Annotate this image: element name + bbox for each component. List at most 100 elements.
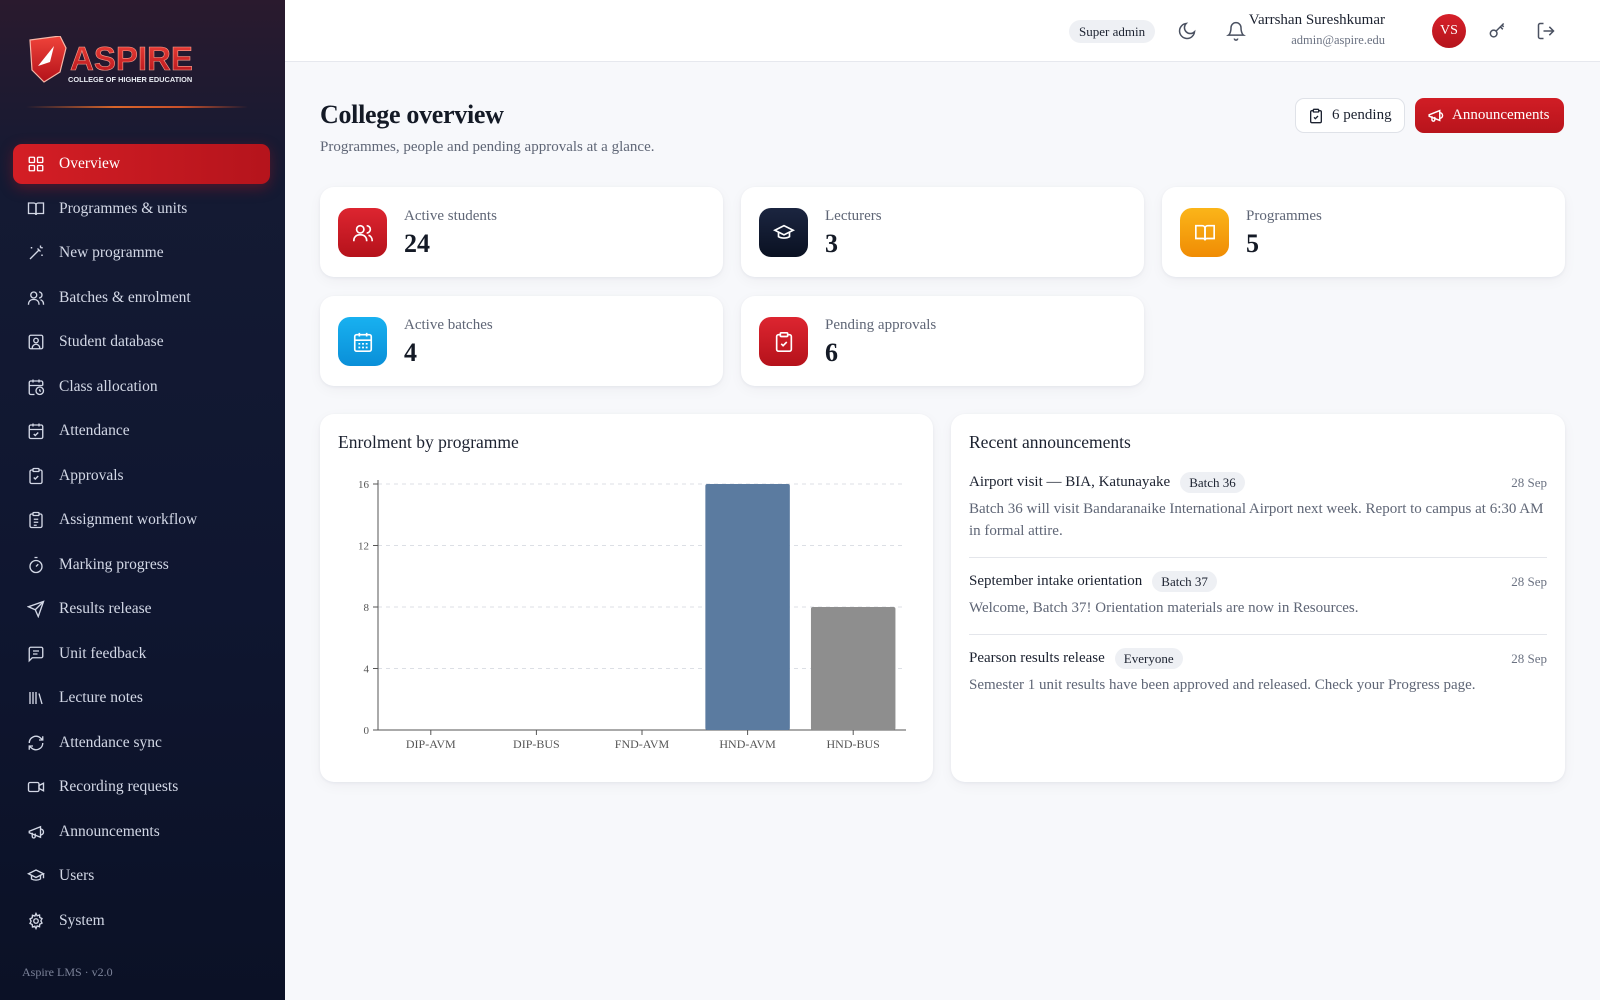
pending-approvals-button[interactable]: 6 pending <box>1295 98 1405 133</box>
announcements-list: Airport visit — BIA, Katunayake Batch 36… <box>969 472 1547 724</box>
list-item[interactable]: September intake orientation Batch 37 28… <box>969 571 1547 635</box>
x-tick-label: DIP-AVM <box>406 737 456 751</box>
sidebar-item-unit-feedback[interactable]: Unit feedback <box>13 634 270 674</box>
sidebar-item-label: Users <box>59 867 95 884</box>
megaphone-icon <box>28 825 45 839</box>
pending-label: 6 pending <box>1332 107 1392 123</box>
enrolment-chart-card: Enrolment by programme 0 4 8 12 16 DIP-AVM DIP… <box>320 414 933 782</box>
sidebar-item-label: Unit feedback <box>59 644 147 662</box>
sidebar-item-attendance[interactable]: Attendance <box>13 411 270 451</box>
y-tick-label: 4 <box>364 664 370 676</box>
sidebar-item-approvals[interactable]: Approvals <box>13 456 270 496</box>
brand-divider <box>26 106 248 108</box>
announcement-title: September intake orientation <box>969 573 1143 589</box>
sidebar-item-label: Batches & enrolment <box>59 288 191 306</box>
enrolment-bar-chart: 0 4 8 12 16 DIP-AVM DIP-BUS FND-AVM HND-AVM HND-B… <box>358 479 906 751</box>
sidebar-item-label: Marking progress <box>59 555 169 573</box>
announcement-tag: Batch 36 <box>1180 472 1245 493</box>
sidebar-item-recording-requests[interactable]: Recording requests <box>13 767 270 807</box>
announcements-title: Recent announcements <box>969 432 1131 452</box>
sidebar-item-system[interactable]: System <box>13 901 270 941</box>
sidebar-item-label: Student database <box>59 333 164 350</box>
bell-icon[interactable] <box>1226 21 1246 41</box>
moon-icon[interactable] <box>1177 21 1197 41</box>
gear-icon <box>29 911 43 930</box>
users-icon <box>27 290 45 305</box>
stat-card-pending-approvals: Pending approvals 6 <box>741 296 1144 386</box>
stat-label: Active batches <box>404 317 493 333</box>
calendar-clock-icon <box>28 379 45 395</box>
stat-card-programmes: Programmes 5 <box>1162 187 1565 277</box>
svg-text:COLLEGE OF HIGHER EDUCATION: COLLEGE OF HIGHER EDUCATION <box>68 75 192 84</box>
announcement-body: Batch 36 will visit Bandaranaike Interna… <box>969 501 1544 539</box>
send-icon <box>27 600 45 618</box>
clipboard-check-icon <box>1310 108 1322 123</box>
sidebar-item-label: Attendance <box>59 422 130 439</box>
stat-value: 6 <box>825 338 838 367</box>
recent-announcements-card: Recent announcements Airport visit — BIA… <box>951 414 1565 782</box>
video-icon <box>27 781 45 793</box>
sidebar-item-batches-enrolment[interactable]: Batches & enrolment <box>13 278 270 318</box>
sidebar-item-new-programme[interactable]: New programme <box>13 233 270 273</box>
stat-label: Active students <box>404 208 497 224</box>
sidebar-item-label: New programme <box>59 244 164 261</box>
announcement-date: 28 Sep <box>1511 475 1547 490</box>
clipboard-check-icon <box>775 331 792 352</box>
brand-logo[interactable]: ASPIRE COLLEGE OF HIGHER EDUCATION <box>26 36 246 92</box>
sidebar-item-marking-progress[interactable]: Marking progress <box>13 545 270 585</box>
y-tick-label: 16 <box>358 479 370 491</box>
sidebar-item-attendance-sync[interactable]: Attendance sync <box>13 723 270 763</box>
stat-tile <box>759 208 808 257</box>
user-name: Varrshan Sureshkumar <box>1248 12 1385 28</box>
page-subtitle: Programmes, people and pending approvals… <box>320 139 655 155</box>
y-tick-label: 12 <box>358 541 369 553</box>
stat-label: Pending approvals <box>825 317 937 333</box>
list-item[interactable]: Airport visit — BIA, Katunayake Batch 36… <box>969 472 1547 558</box>
graduation-cap-icon <box>27 869 45 881</box>
wand-icon <box>29 245 43 260</box>
sidebar-nav: Overview Programmes & units New programm… <box>13 144 270 945</box>
announcement-tag: Batch 37 <box>1152 571 1217 592</box>
list-item[interactable]: Pearson results release Everyone 28 Sep … <box>969 648 1547 711</box>
users-icon <box>352 224 373 241</box>
book-icon <box>1194 224 1215 240</box>
stat-value: 3 <box>825 229 838 258</box>
sidebar: ASPIRE COLLEGE OF HIGHER EDUCATION Overv… <box>0 0 285 1000</box>
calendar-icon <box>353 332 372 352</box>
clipboard-list-icon <box>29 511 43 529</box>
sidebar-item-programmes-units[interactable]: Programmes & units <box>13 189 270 229</box>
role-badge: Super admin <box>1069 20 1156 43</box>
x-tick-label: HND-BUS <box>827 737 880 751</box>
stat-tile <box>338 208 387 257</box>
announcement-title: Airport visit — BIA, Katunayake <box>969 474 1171 490</box>
sidebar-item-student-database[interactable]: Student database <box>13 322 270 362</box>
sidebar-item-lecture-notes[interactable]: Lecture notes <box>13 678 270 718</box>
library-icon <box>29 692 43 705</box>
avatar[interactable]: VS <box>1432 14 1466 48</box>
sidebar-item-label: Class allocation <box>59 377 158 395</box>
sidebar-item-label: Assignment workflow <box>59 511 198 528</box>
announcements-button[interactable]: Announcements <box>1415 98 1564 133</box>
x-tick-label: DIP-BUS <box>513 737 560 751</box>
bar-hnd-bus <box>810 607 896 730</box>
key-icon[interactable] <box>1487 21 1507 41</box>
sidebar-item-label: Approvals <box>59 466 124 484</box>
sidebar-item-users[interactable]: Users <box>13 856 270 896</box>
sidebar-item-overview[interactable]: Overview <box>13 144 270 184</box>
sidebar-item-announcements[interactable]: Announcements <box>13 812 270 852</box>
sidebar-item-class-allocation[interactable]: Class allocation <box>13 367 270 407</box>
announcement-body: Semester 1 unit results have been approv… <box>969 677 1476 693</box>
book-icon <box>27 201 45 215</box>
stat-value: 24 <box>404 229 430 258</box>
sidebar-item-results-release[interactable]: Results release <box>13 589 270 629</box>
sidebar-item-assignment-workflow[interactable]: Assignment workflow <box>13 500 270 540</box>
x-tick-label: FND-AVM <box>615 737 670 751</box>
bar-hnd-avm <box>705 484 790 730</box>
y-tick-label: 0 <box>364 725 370 737</box>
y-tick-label: 8 <box>364 602 370 614</box>
x-tick-label: HND-AVM <box>719 737 776 751</box>
logout-icon[interactable] <box>1536 21 1556 41</box>
stat-card-active-batches: Active batches 4 <box>320 296 723 386</box>
stat-card-lecturers: Lecturers 3 <box>741 187 1144 277</box>
sidebar-item-label: Programmes & units <box>59 199 188 217</box>
